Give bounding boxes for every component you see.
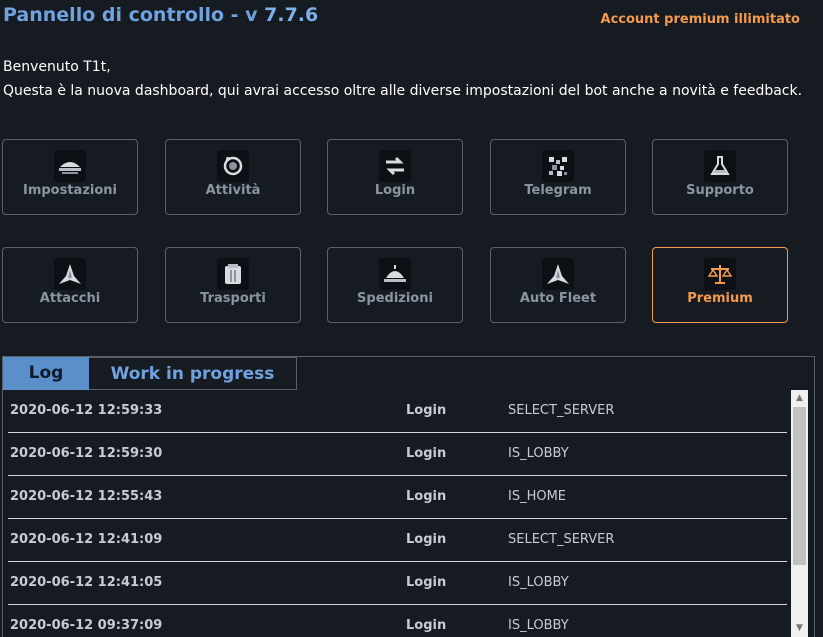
title-text: Pannello di controllo - v [3, 4, 265, 26]
version-number: 7.7.6 [264, 4, 319, 26]
tile-spedizioni[interactable]: Spedizioni [327, 247, 463, 323]
tile-premium[interactable]: Premium [652, 247, 788, 323]
log-table: 2020-06-12 12:59:33 Login SELECT_SERVER … [8, 390, 787, 637]
expedition-ship-icon [379, 258, 411, 290]
tile-impostazioni[interactable]: Impostazioni [2, 139, 138, 215]
refresh-arrows-icon [379, 150, 411, 182]
log-timestamp: 2020-06-12 09:37:09 [10, 618, 163, 633]
log-value: IS_LOBBY [508, 575, 569, 590]
log-category: Login [406, 532, 447, 547]
tile-label: Trasporti [200, 291, 266, 306]
table-row: 2020-06-12 12:41:09 Login SELECT_SERVER [8, 519, 787, 562]
log-panel: Log Work in progress 2020-06-12 12:59:33… [2, 356, 815, 637]
tile-label: Attività [205, 183, 261, 198]
tile-label: Auto Fleet [519, 291, 597, 306]
telegram-icon [542, 150, 574, 182]
welcome-greeting: Benvenuto T1t, [3, 59, 111, 75]
tab-work-in-progress[interactable]: Work in progress [89, 357, 297, 390]
log-category: Login [406, 575, 447, 590]
log-timestamp: 2020-06-12 12:59:30 [10, 446, 163, 461]
tile-label: Supporto [686, 183, 754, 198]
tile-trasporti[interactable]: Trasporti [165, 247, 301, 323]
cargo-icon [217, 258, 249, 290]
table-row: 2020-06-12 12:59:33 Login SELECT_SERVER [8, 390, 787, 433]
tile-auto-fleet[interactable]: Auto Fleet [490, 247, 626, 323]
log-value: IS_LOBBY [508, 618, 569, 633]
fighter-ship-icon [54, 258, 86, 290]
tile-label: Login [374, 183, 416, 198]
table-row: 2020-06-12 12:41:05 Login IS_LOBBY [8, 562, 787, 605]
log-timestamp: 2020-06-12 12:59:33 [10, 403, 163, 418]
log-timestamp: 2020-06-12 12:41:05 [10, 575, 163, 590]
tile-telegram[interactable]: Telegram [490, 139, 626, 215]
scroll-up-icon[interactable]: ▲ [791, 390, 808, 407]
account-status-link[interactable]: Account premium illimitato [601, 12, 800, 27]
log-category: Login [406, 489, 447, 504]
tile-label: Telegram [524, 183, 592, 198]
tab-log[interactable]: Log [3, 357, 89, 390]
tile-label: Premium [687, 291, 753, 306]
log-timestamp: 2020-06-12 12:41:09 [10, 532, 163, 547]
log-value: IS_HOME [508, 489, 567, 504]
tile-supporto[interactable]: Supporto [652, 139, 788, 215]
welcome-message: Benvenuto T1t, Questa è la nuova dashboa… [3, 55, 802, 103]
tile-label: Attacchi [39, 291, 101, 306]
log-value: SELECT_SERVER [508, 532, 615, 547]
log-value: IS_LOBBY [508, 446, 569, 461]
tile-label: Spedizioni [357, 291, 433, 306]
flask-icon [704, 150, 736, 182]
scrollbar-thumb[interactable] [793, 407, 806, 565]
scroll-down-icon[interactable]: ▼ [791, 620, 808, 637]
tile-label: Impostazioni [22, 183, 117, 198]
table-row: 2020-06-12 12:59:30 Login IS_LOBBY [8, 433, 787, 476]
table-row: 2020-06-12 12:55:43 Login IS_HOME [8, 476, 787, 519]
log-category: Login [406, 618, 447, 633]
balance-scale-icon [704, 258, 736, 290]
table-row: 2020-06-12 09:37:09 Login IS_LOBBY [8, 605, 787, 637]
page-title: Pannello di controllo - v 7.7.6 [3, 4, 318, 26]
log-category: Login [406, 446, 447, 461]
welcome-description: Questa è la nuova dashboard, qui avrai a… [3, 83, 803, 99]
planet-icon [217, 150, 249, 182]
settings-ship-icon [54, 150, 86, 182]
log-value: SELECT_SERVER [508, 403, 615, 418]
log-scrollbar[interactable]: ▲ ▼ [791, 390, 808, 637]
fleet-icon [542, 258, 574, 290]
log-timestamp: 2020-06-12 12:55:43 [10, 489, 163, 504]
tile-attivita[interactable]: Attività [165, 139, 301, 215]
tile-attacchi[interactable]: Attacchi [2, 247, 138, 323]
log-category: Login [406, 403, 447, 418]
tile-login[interactable]: Login [327, 139, 463, 215]
